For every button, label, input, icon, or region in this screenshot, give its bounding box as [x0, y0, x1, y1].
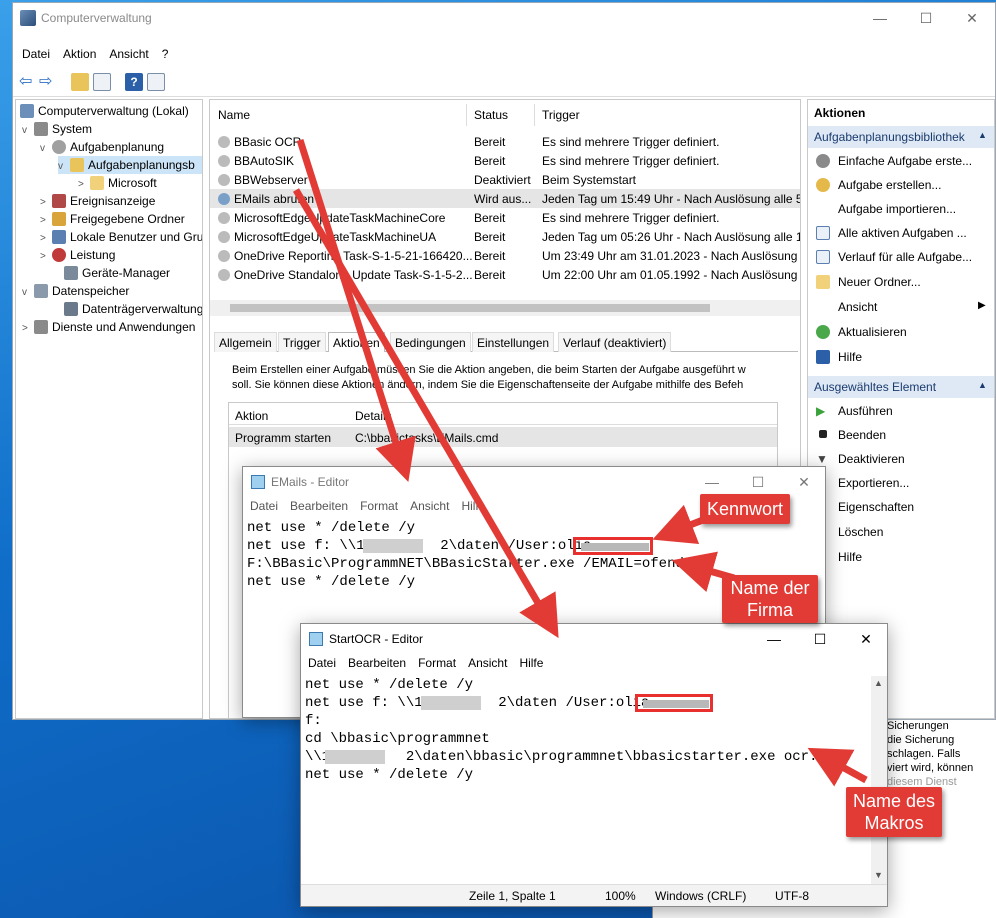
callout-makro: Name des Makros — [846, 787, 942, 837]
callout-kennwort: Kennwort — [700, 494, 790, 524]
arrow-to-emails-editor — [296, 138, 416, 483]
arrow-to-startocr-editor — [292, 188, 559, 639]
arrow-to-macro — [807, 747, 868, 787]
callout-firma: Name der Firma — [722, 575, 818, 623]
annotation-arrows — [292, 138, 868, 787]
